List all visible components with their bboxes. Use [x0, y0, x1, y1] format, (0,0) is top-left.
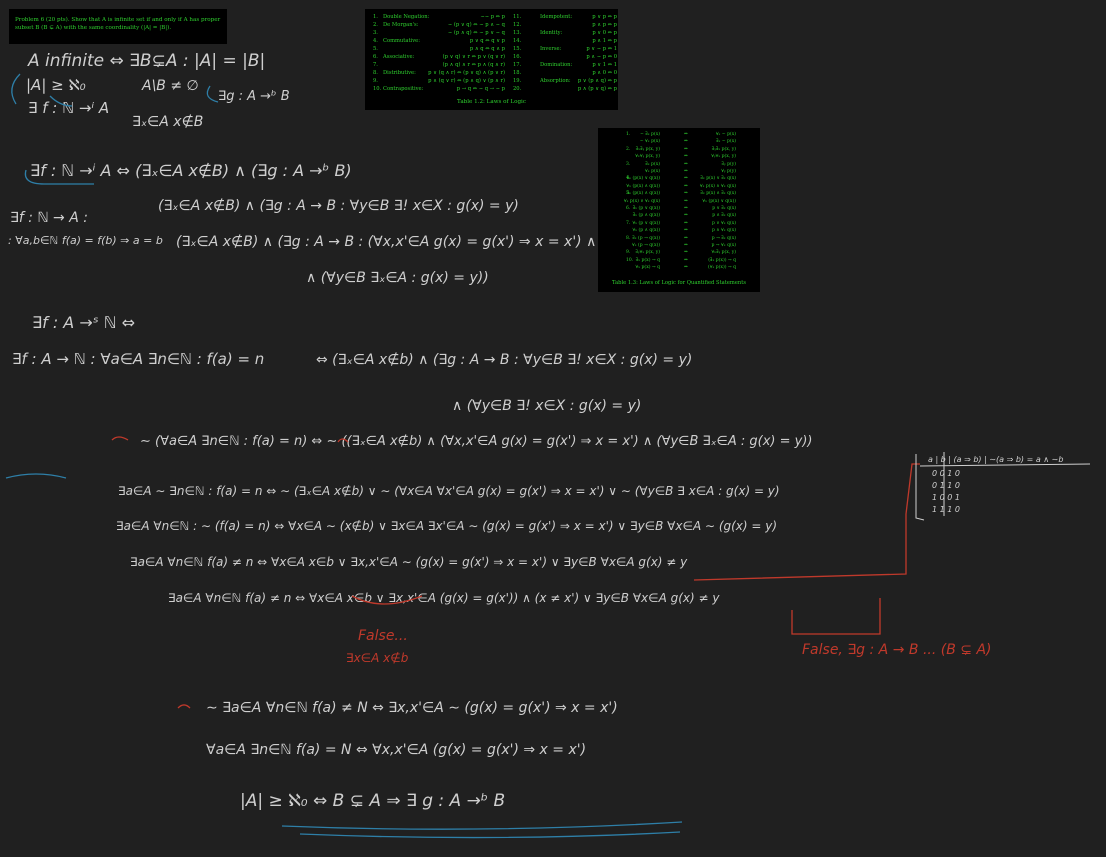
hw-line-07: ∃f : ℕ →ⁱ A ⇔ (∃ₓ∈A x∉B) ∧ (∃g : A →ᵇ B)	[30, 161, 352, 180]
blue-annotation-strokes	[5, 73, 683, 839]
whiteboard-canvas[interactable]: A infinite ⇔ ∃B⊊A : |A| = |B| |A| ≥ ℵ₀ A…	[0, 0, 1106, 857]
hw-line-04: ∃g : A →ᵇ B	[218, 89, 290, 104]
hw-line-15: ⇔ (∃ₓ∈A x∉b) ∧ (∃g : A → B : ∀y∈B ∃! x∈X…	[316, 352, 692, 368]
hw-line-08: (∃ₓ∈A x∉B) ∧ (∃g : A → B : ∀y∈B ∃! x∈X :…	[158, 198, 519, 214]
hw-exists-note: ∃x∈A x∉b	[346, 651, 409, 665]
hw-line-03: A\B ≠ ∅	[141, 78, 199, 94]
hw-line-27: |A| ≥ ℵ₀ ⇔ B ⊊ A ⇒ ∃ g : A →ᵇ B	[240, 791, 505, 811]
hw-line-11: (∃ₓ∈A x∉B) ∧ (∃g : A → B : (∀x,x'∈A g(x)…	[176, 234, 596, 250]
hw-line-09: ∃f : ℕ → A :	[10, 210, 88, 226]
hw-line-10: : ∀a,b∈ℕ f(a) = f(b) ⇒ a = b	[8, 234, 163, 247]
hw-line-16: ∧ (∀y∈B ∃! x∈X : g(x) = y)	[452, 398, 641, 414]
hw-line-18: ∃a∈A ∼ ∃n∈ℕ : f(a) = n ⇔ ∼ (∃ₓ∈A x∉b) ∨ …	[118, 484, 780, 498]
truth-table-header: a | b | (a ⇒ b) | ∼(a ⇒ b) = a ∧ ∼b	[928, 455, 1063, 464]
truth-table-row-3: 1 0 0 1	[932, 493, 960, 502]
hw-line-25: ∼ ∃a∈A ∀n∈ℕ f(a) ≠ N ⇔ ∃x,x'∈A ∼ (g(x) =…	[206, 700, 618, 716]
hw-false-note: False...	[358, 628, 408, 644]
hw-false-g-note: False, ∃g : A → B ... (B ⊊ A)	[802, 642, 991, 658]
hw-line-05: ∃ f : ℕ →ⁱ A	[28, 99, 109, 117]
hw-line-02: |A| ≥ ℵ₀	[26, 76, 86, 94]
hw-line-26: ∀a∈A ∃n∈ℕ f(a) = N ⇔ ∀x,x'∈A (g(x) = g(x…	[206, 742, 586, 758]
hw-line-13: ∃f : A →ˢ ℕ ⇔	[32, 313, 135, 332]
hw-line-17: ∼ (∀a∈A ∃n∈ℕ : f(a) = n) ⇔ ∼ ((∃ₓ∈A x∉b)…	[140, 434, 812, 449]
hw-line-12: ∧ (∀y∈B ∃ₓ∈A : g(x) = y))	[306, 270, 489, 286]
hw-line-14: ∃f : A → ℕ : ∀a∈A ∃n∈ℕ : f(a) = n	[12, 350, 264, 368]
truth-table-row-4: 1 1 1 0	[932, 505, 960, 514]
hw-line-20: ∃a∈A ∀n∈ℕ f(a) ≠ n ⇔ ∀x∈A x∈b ∨ ∃x,x'∈A …	[130, 555, 688, 569]
hw-line-01: A infinite ⇔ ∃B⊊A : |A| = |B|	[27, 51, 265, 71]
truth-table-row-1: 0 0 1 0	[932, 469, 960, 478]
truth-table-row-2: 0 1 1 0	[932, 481, 960, 490]
red-annotation-strokes	[111, 436, 920, 709]
hw-line-06: ∃ₓ∈A x∉B	[132, 114, 203, 130]
hw-line-19: ∃a∈A ∀n∈ℕ : ∼ (f(a) = n) ⇔ ∀x∈A ∼ (x∉b) …	[116, 519, 777, 533]
hw-line-21: ∃a∈A ∀n∈ℕ f(a) ≠ n ⇔ ∀x∈A x∈b ∨ ∃x,x'∈A …	[168, 591, 720, 605]
